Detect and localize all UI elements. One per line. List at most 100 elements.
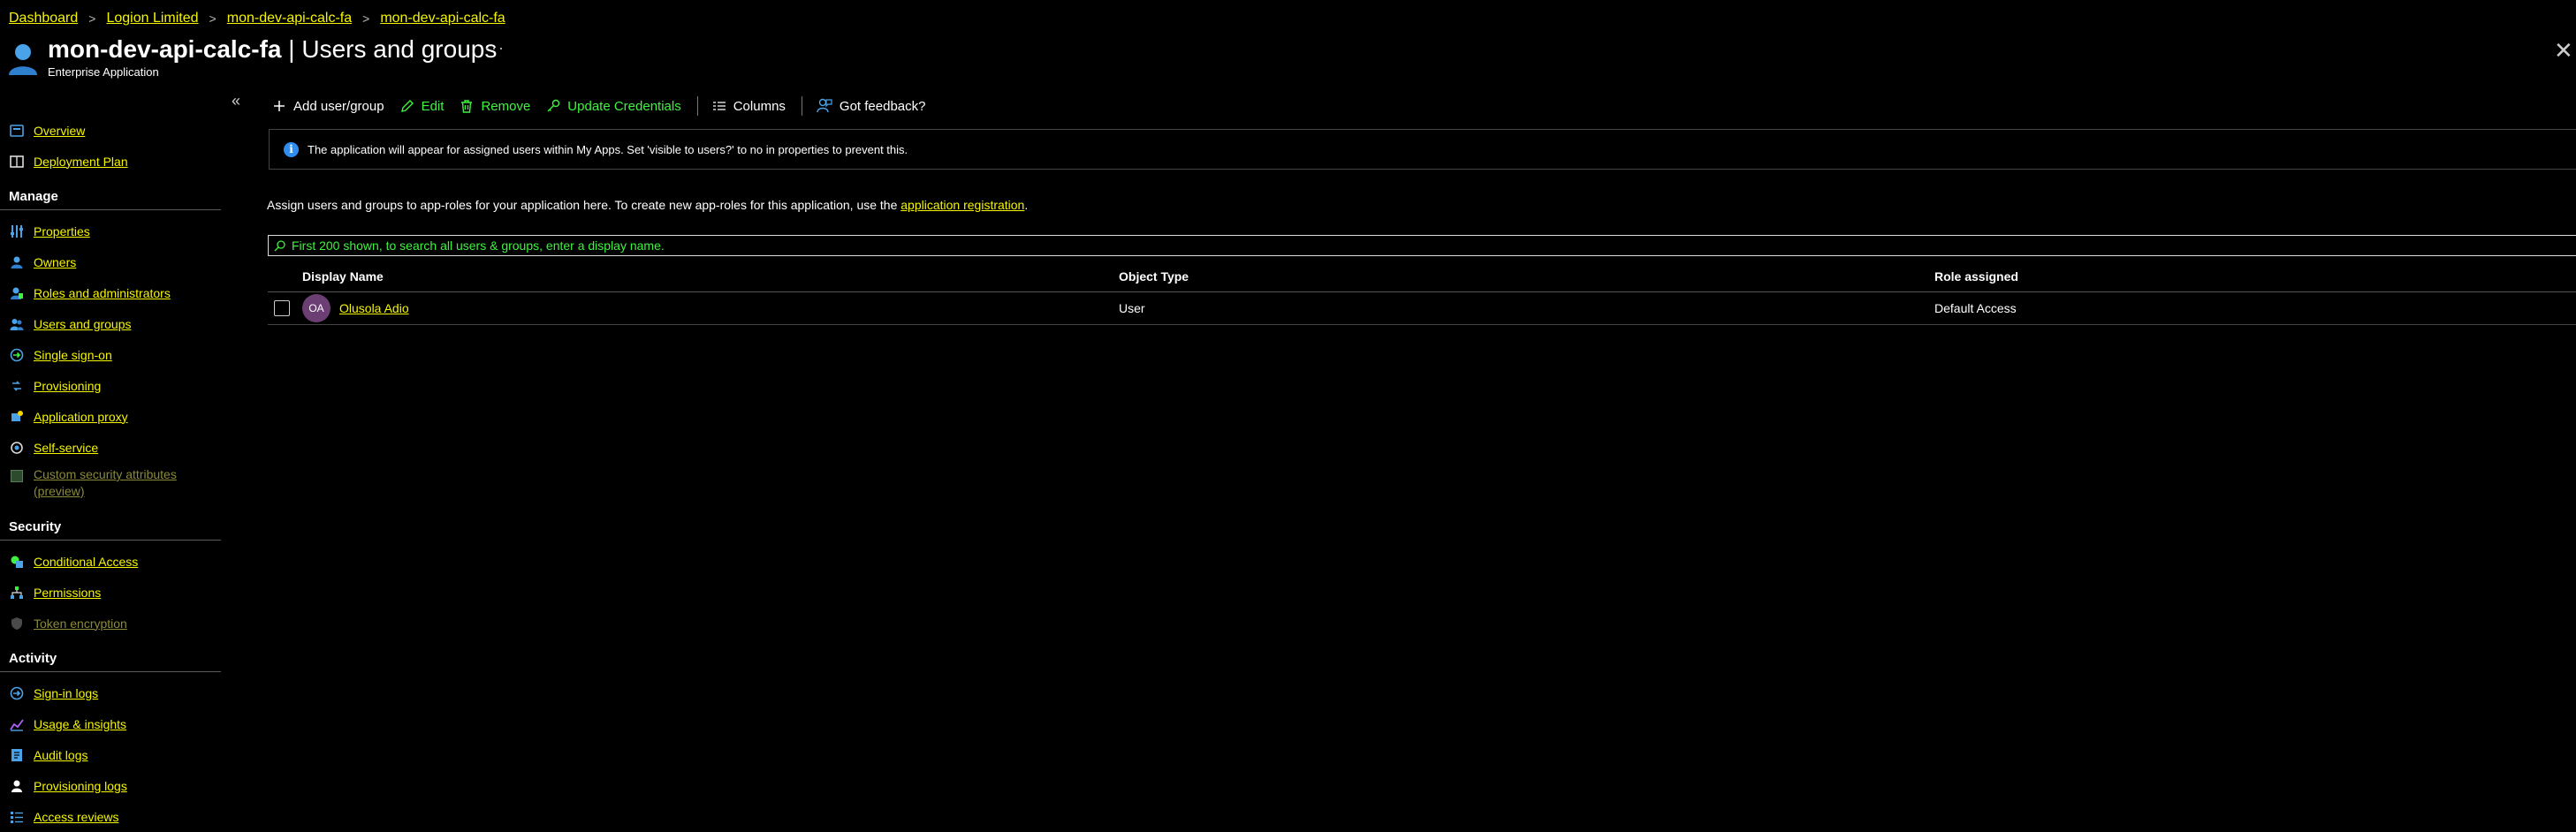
audit-icon bbox=[9, 747, 25, 763]
sidebar-item-properties[interactable]: Properties bbox=[0, 216, 230, 246]
list-icon bbox=[9, 809, 25, 825]
users-table: Display Name Object Type Role assigned O… bbox=[268, 261, 2576, 325]
sidebar-item-label: Provisioning logs bbox=[34, 778, 127, 793]
user-name-link[interactable]: Olusola Adio bbox=[339, 301, 409, 315]
enterprise-app-icon bbox=[7, 42, 39, 76]
permissions-icon bbox=[9, 585, 25, 601]
sidebar-item-label: Provisioning bbox=[34, 378, 102, 393]
toolbar-divider bbox=[696, 96, 698, 116]
role-assigned-cell: Default Access bbox=[1934, 301, 2017, 315]
table-row[interactable]: OA Olusola Adio User Default Access bbox=[268, 292, 2576, 325]
pencil-icon bbox=[400, 99, 414, 113]
sidebar-item-label: Permissions bbox=[34, 585, 102, 600]
page-title: mon-dev-api-calc-fa | Users and groups bbox=[48, 34, 497, 65]
sidebar-item-label: Owners bbox=[34, 254, 77, 269]
remove-label: Remove bbox=[481, 98, 531, 114]
row-checkbox[interactable] bbox=[274, 300, 290, 316]
sidebar-item-users[interactable]: Users and groups bbox=[0, 308, 230, 339]
sidebar-item-label: Deployment Plan bbox=[34, 154, 128, 169]
column-header-display-name[interactable]: Display Name bbox=[302, 269, 1119, 284]
title-separator: | bbox=[281, 35, 302, 63]
properties-icon bbox=[9, 223, 25, 239]
application-registration-link[interactable]: application registration bbox=[900, 198, 1024, 212]
sidebar-item-deployment-plan[interactable]: Deployment Plan bbox=[0, 146, 230, 177]
columns-icon bbox=[712, 99, 726, 113]
breadcrumb-tenant[interactable]: Logion Limited bbox=[106, 11, 198, 26]
sidebar-item-label: Self-service bbox=[34, 440, 99, 455]
search-input[interactable] bbox=[292, 238, 1352, 253]
sidebar-item-usage-insights[interactable]: Usage & insights bbox=[0, 708, 230, 739]
trash-icon bbox=[460, 99, 474, 113]
sidebar-item-permissions[interactable]: Permissions bbox=[0, 577, 230, 608]
sign-in-icon bbox=[9, 685, 25, 701]
page-header: mon-dev-api-calc-fa | Users and groups E… bbox=[7, 34, 497, 79]
edit-label: Edit bbox=[421, 98, 445, 114]
update-credentials-label: Update Credentials bbox=[567, 98, 681, 114]
columns-label: Columns bbox=[733, 98, 786, 114]
collapse-sidebar-icon[interactable]: « bbox=[232, 92, 240, 110]
feedback-icon bbox=[817, 98, 832, 114]
sidebar-item-sign-in-logs[interactable]: Sign-in logs bbox=[0, 677, 230, 708]
breadcrumb-app[interactable]: mon-dev-api-calc-fa bbox=[227, 11, 352, 26]
overview-icon bbox=[9, 123, 25, 139]
sidebar-item-label: Single sign-on bbox=[34, 347, 112, 362]
sidebar-item-roles[interactable]: Roles and administrators bbox=[0, 277, 230, 308]
column-header-role-assigned[interactable]: Role assigned bbox=[1934, 269, 2576, 284]
sidebar-item-provisioning-logs[interactable]: Provisioning logs bbox=[0, 770, 230, 801]
column-header-object-type[interactable]: Object Type bbox=[1119, 269, 1934, 284]
sidebar-item-label: Custom security attributes (preview) bbox=[34, 467, 177, 498]
sidebar-item-conditional-access[interactable]: Conditional Access bbox=[0, 546, 230, 577]
sidebar-section-manage: Manage bbox=[0, 177, 221, 210]
columns-button[interactable]: Columns bbox=[712, 99, 786, 114]
key-icon bbox=[546, 99, 560, 113]
provisioning-icon bbox=[9, 378, 25, 394]
info-text: The application will appear for assigned… bbox=[308, 142, 908, 156]
add-user-group-button[interactable]: Add user/group bbox=[272, 99, 384, 114]
sidebar-item-overview[interactable]: Overview bbox=[0, 115, 230, 146]
close-icon[interactable]: ✕ bbox=[2554, 39, 2573, 62]
sidebar-item-sso[interactable]: Single sign-on bbox=[0, 339, 230, 370]
edit-button[interactable]: Edit bbox=[400, 98, 445, 114]
chevron-right-icon: > bbox=[209, 11, 217, 26]
feedback-button[interactable]: Got feedback? bbox=[817, 98, 926, 114]
sidebar-item-label: Conditional Access bbox=[34, 554, 139, 569]
sidebar-item-label: Audit logs bbox=[34, 747, 88, 762]
page-name: Users and groups bbox=[301, 35, 498, 63]
sidebar-item-label: Application proxy bbox=[34, 409, 128, 424]
sidebar-item-audit-logs[interactable]: Audit logs bbox=[0, 739, 230, 770]
breadcrumb-dashboard[interactable]: Dashboard bbox=[9, 11, 78, 26]
sidebar-item-custom-attributes[interactable]: Custom security attributes (preview) bbox=[0, 463, 230, 507]
search-icon bbox=[274, 239, 286, 252]
sidebar-section-security: Security bbox=[0, 507, 221, 541]
sidebar-item-owners[interactable]: Owners bbox=[0, 246, 230, 277]
feedback-label: Got feedback? bbox=[839, 98, 926, 114]
avatar: OA bbox=[302, 294, 331, 322]
table-header: Display Name Object Type Role assigned bbox=[268, 261, 2576, 292]
more-options-icon[interactable]: ··· bbox=[484, 39, 505, 57]
sidebar-item-token-encryption[interactable]: Token encryption bbox=[0, 608, 230, 639]
update-credentials-button[interactable]: Update Credentials bbox=[546, 98, 681, 114]
chevron-right-icon: > bbox=[362, 11, 370, 26]
chart-icon bbox=[9, 716, 25, 732]
display-name-cell: OA Olusola Adio bbox=[302, 294, 1119, 322]
info-banner: i The application will appear for assign… bbox=[269, 129, 2576, 170]
users-icon bbox=[9, 316, 25, 332]
sidebar-item-self-service[interactable]: Self-service bbox=[0, 432, 230, 463]
shield-icon bbox=[9, 616, 25, 632]
sidebar-item-access-reviews[interactable]: Access reviews bbox=[0, 801, 230, 832]
app-name: mon-dev-api-calc-fa bbox=[48, 35, 282, 63]
sidebar-item-label: Token encryption bbox=[34, 616, 127, 631]
remove-button[interactable]: Remove bbox=[460, 99, 530, 114]
add-user-group-label: Add user/group bbox=[293, 98, 384, 114]
assign-text-end: . bbox=[1024, 198, 1029, 212]
search-box bbox=[268, 235, 2576, 256]
sidebar-item-label: Properties bbox=[34, 223, 90, 238]
roles-icon bbox=[9, 285, 25, 301]
sidebar-item-provisioning[interactable]: Provisioning bbox=[0, 370, 230, 401]
breadcrumb-app-current[interactable]: mon-dev-api-calc-fa bbox=[380, 11, 505, 26]
sidebar-item-label: Users and groups bbox=[34, 316, 132, 331]
sidebar-item-label: Roles and administrators bbox=[34, 285, 171, 300]
chevron-right-icon: > bbox=[88, 11, 96, 26]
provisioning-logs-icon bbox=[9, 778, 25, 794]
sidebar-item-app-proxy[interactable]: Application proxy bbox=[0, 401, 230, 432]
